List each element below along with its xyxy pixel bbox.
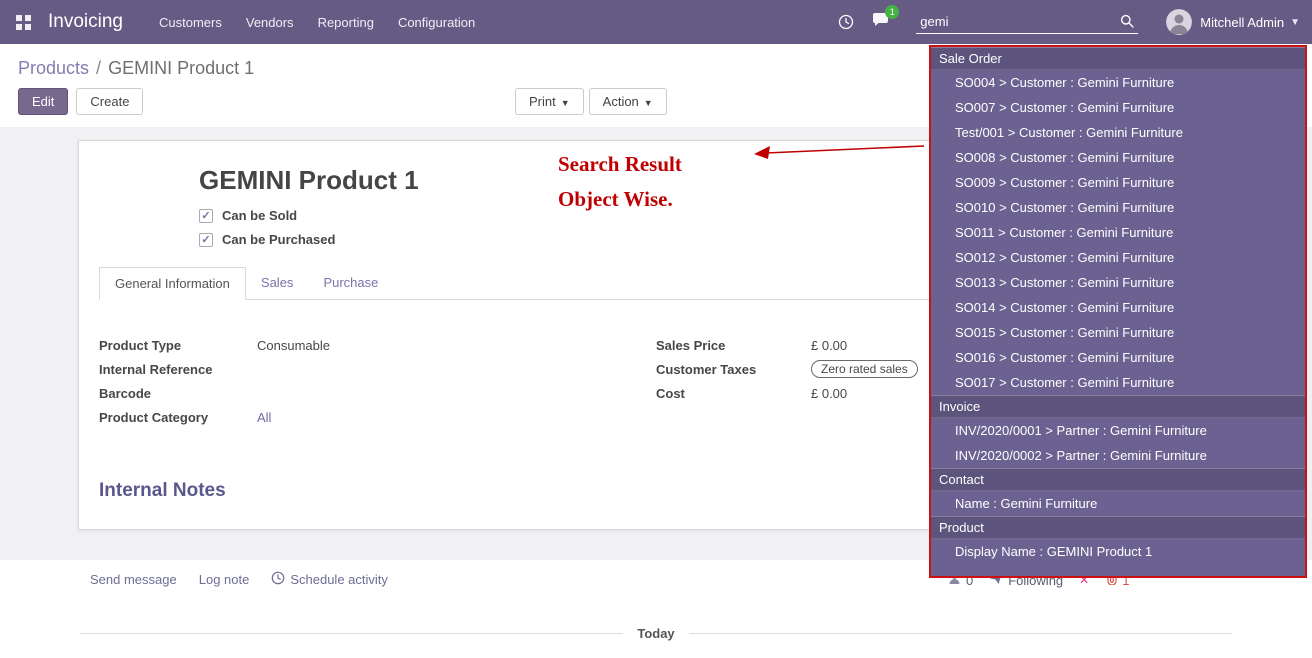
chevron-down-icon: ▼ <box>1290 17 1300 28</box>
dropdown-result-item[interactable]: SO015 > Customer : Gemini Furniture <box>931 320 1305 345</box>
edit-button[interactable]: Edit <box>18 88 68 115</box>
tab-sales[interactable]: Sales <box>246 267 309 299</box>
app-name[interactable]: Invoicing <box>48 11 123 33</box>
messages-badge: 1 <box>885 5 899 19</box>
dropdown-result-item[interactable]: SO013 > Customer : Gemini Furniture <box>931 270 1305 295</box>
tax-tag: Zero rated sales <box>811 360 918 378</box>
annotation-text: Search Result Object Wise. <box>558 147 682 217</box>
dropdown-result-item[interactable]: Display Name : GEMINI Product 1 <box>931 539 1305 564</box>
create-button[interactable]: Create <box>76 88 143 115</box>
checkbox-label: Can be Purchased <box>222 232 335 247</box>
field-label: Cost <box>656 386 811 401</box>
dropdown-result-item[interactable]: SO007 > Customer : Gemini Furniture <box>931 95 1305 120</box>
navbar-search <box>916 11 1138 34</box>
field-row: Product CategoryAll <box>99 410 656 427</box>
dropdown-result-item[interactable]: SO017 > Customer : Gemini Furniture <box>931 370 1305 395</box>
checkbox[interactable]: ✓ <box>199 233 213 247</box>
dropdown-result-item[interactable]: SO014 > Customer : Gemini Furniture <box>931 295 1305 320</box>
dropdown-result-item[interactable]: SO012 > Customer : Gemini Furniture <box>931 245 1305 270</box>
field-row: Product TypeConsumable <box>99 338 656 355</box>
schedule-activity-button[interactable]: Schedule activity <box>271 571 388 588</box>
user-avatar <box>1166 9 1192 35</box>
checkbox-label: Can be Sold <box>222 208 297 223</box>
dropdown-group-header: Sale Order <box>931 47 1305 70</box>
print-button[interactable]: Print▼ <box>515 88 584 115</box>
top-navbar: Invoicing CustomersVendorsReportingConfi… <box>0 0 1312 44</box>
search-dropdown: Sale OrderSO004 > Customer : Gemini Furn… <box>929 45 1307 578</box>
dropdown-result-item[interactable]: SO009 > Customer : Gemini Furniture <box>931 170 1305 195</box>
messages-icon[interactable]: 1 <box>872 12 890 33</box>
breadcrumb-parent[interactable]: Products <box>18 58 89 78</box>
annotation-line-1: Search Result <box>558 147 682 182</box>
activities-clock-icon[interactable] <box>838 14 854 30</box>
field-label: Sales Price <box>656 338 811 353</box>
user-menu[interactable]: Mitchell Admin ▼ <box>1166 9 1300 35</box>
dropdown-result-item[interactable]: INV/2020/0001 > Partner : Gemini Furnitu… <box>931 418 1305 443</box>
log-note-button[interactable]: Log note <box>199 572 250 587</box>
tab-purchase[interactable]: Purchase <box>308 267 393 299</box>
user-name: Mitchell Admin <box>1200 15 1284 30</box>
chevron-down-icon: ▼ <box>644 98 653 108</box>
search-icon[interactable] <box>1120 14 1134 33</box>
dropdown-group-header: Invoice <box>931 395 1305 418</box>
apps-menu-icon[interactable] <box>10 9 36 35</box>
field-value: £ 0.00 <box>811 386 847 401</box>
center-action-buttons: Print▼ Action▼ <box>515 88 667 115</box>
search-input[interactable] <box>916 11 1138 34</box>
fields-left: Product TypeConsumableInternal Reference… <box>99 338 656 434</box>
tab-general-information[interactable]: General Information <box>99 267 246 300</box>
field-label: Barcode <box>99 386 257 401</box>
date-divider-label: Today <box>637 626 674 641</box>
menu-item-reporting[interactable]: Reporting <box>308 9 384 36</box>
breadcrumb-current: GEMINI Product 1 <box>108 58 254 78</box>
date-divider: Today <box>80 626 1232 641</box>
field-row: Internal Reference <box>99 362 656 379</box>
chevron-down-icon: ▼ <box>561 98 570 108</box>
chatter-links: Send message Log note Schedule activity <box>90 571 388 588</box>
navbar-right: 1 Mitchell Admin ▼ <box>838 0 1300 44</box>
dropdown-result-item[interactable]: INV/2020/0002 > Partner : Gemini Furnitu… <box>931 443 1305 468</box>
menu-item-customers[interactable]: Customers <box>149 9 232 36</box>
field-label: Product Type <box>99 338 257 353</box>
annotation-line-2: Object Wise. <box>558 182 682 217</box>
dropdown-result-item[interactable]: SO008 > Customer : Gemini Furniture <box>931 145 1305 170</box>
main-menu: CustomersVendorsReportingConfiguration <box>149 9 489 36</box>
dropdown-result-item[interactable]: SO011 > Customer : Gemini Furniture <box>931 220 1305 245</box>
annotation-arrow <box>752 139 930 163</box>
field-value: £ 0.00 <box>811 338 847 353</box>
send-message-button[interactable]: Send message <box>90 572 177 587</box>
dropdown-result-item[interactable]: Name : Gemini Furniture <box>931 491 1305 516</box>
field-label: Internal Reference <box>99 362 257 377</box>
dropdown-group-header: Product <box>931 516 1305 539</box>
dropdown-result-item[interactable]: SO016 > Customer : Gemini Furniture <box>931 345 1305 370</box>
field-value[interactable]: All <box>257 410 271 425</box>
dropdown-result-item[interactable]: SO010 > Customer : Gemini Furniture <box>931 195 1305 220</box>
field-value: Consumable <box>257 338 330 353</box>
breadcrumb-separator: / <box>91 58 106 78</box>
checkbox[interactable]: ✓ <box>199 209 213 223</box>
action-button[interactable]: Action▼ <box>589 88 667 115</box>
dropdown-result-item[interactable]: Test/001 > Customer : Gemini Furniture <box>931 120 1305 145</box>
field-label: Customer Taxes <box>656 362 811 377</box>
left-action-buttons: Edit Create <box>18 88 143 115</box>
clock-icon <box>271 571 285 588</box>
dropdown-group-header: Contact <box>931 468 1305 491</box>
menu-item-configuration[interactable]: Configuration <box>388 9 485 36</box>
menu-item-vendors[interactable]: Vendors <box>236 9 304 36</box>
dropdown-result-item[interactable]: SO004 > Customer : Gemini Furniture <box>931 70 1305 95</box>
field-row: Barcode <box>99 386 656 403</box>
field-label: Product Category <box>99 410 257 425</box>
